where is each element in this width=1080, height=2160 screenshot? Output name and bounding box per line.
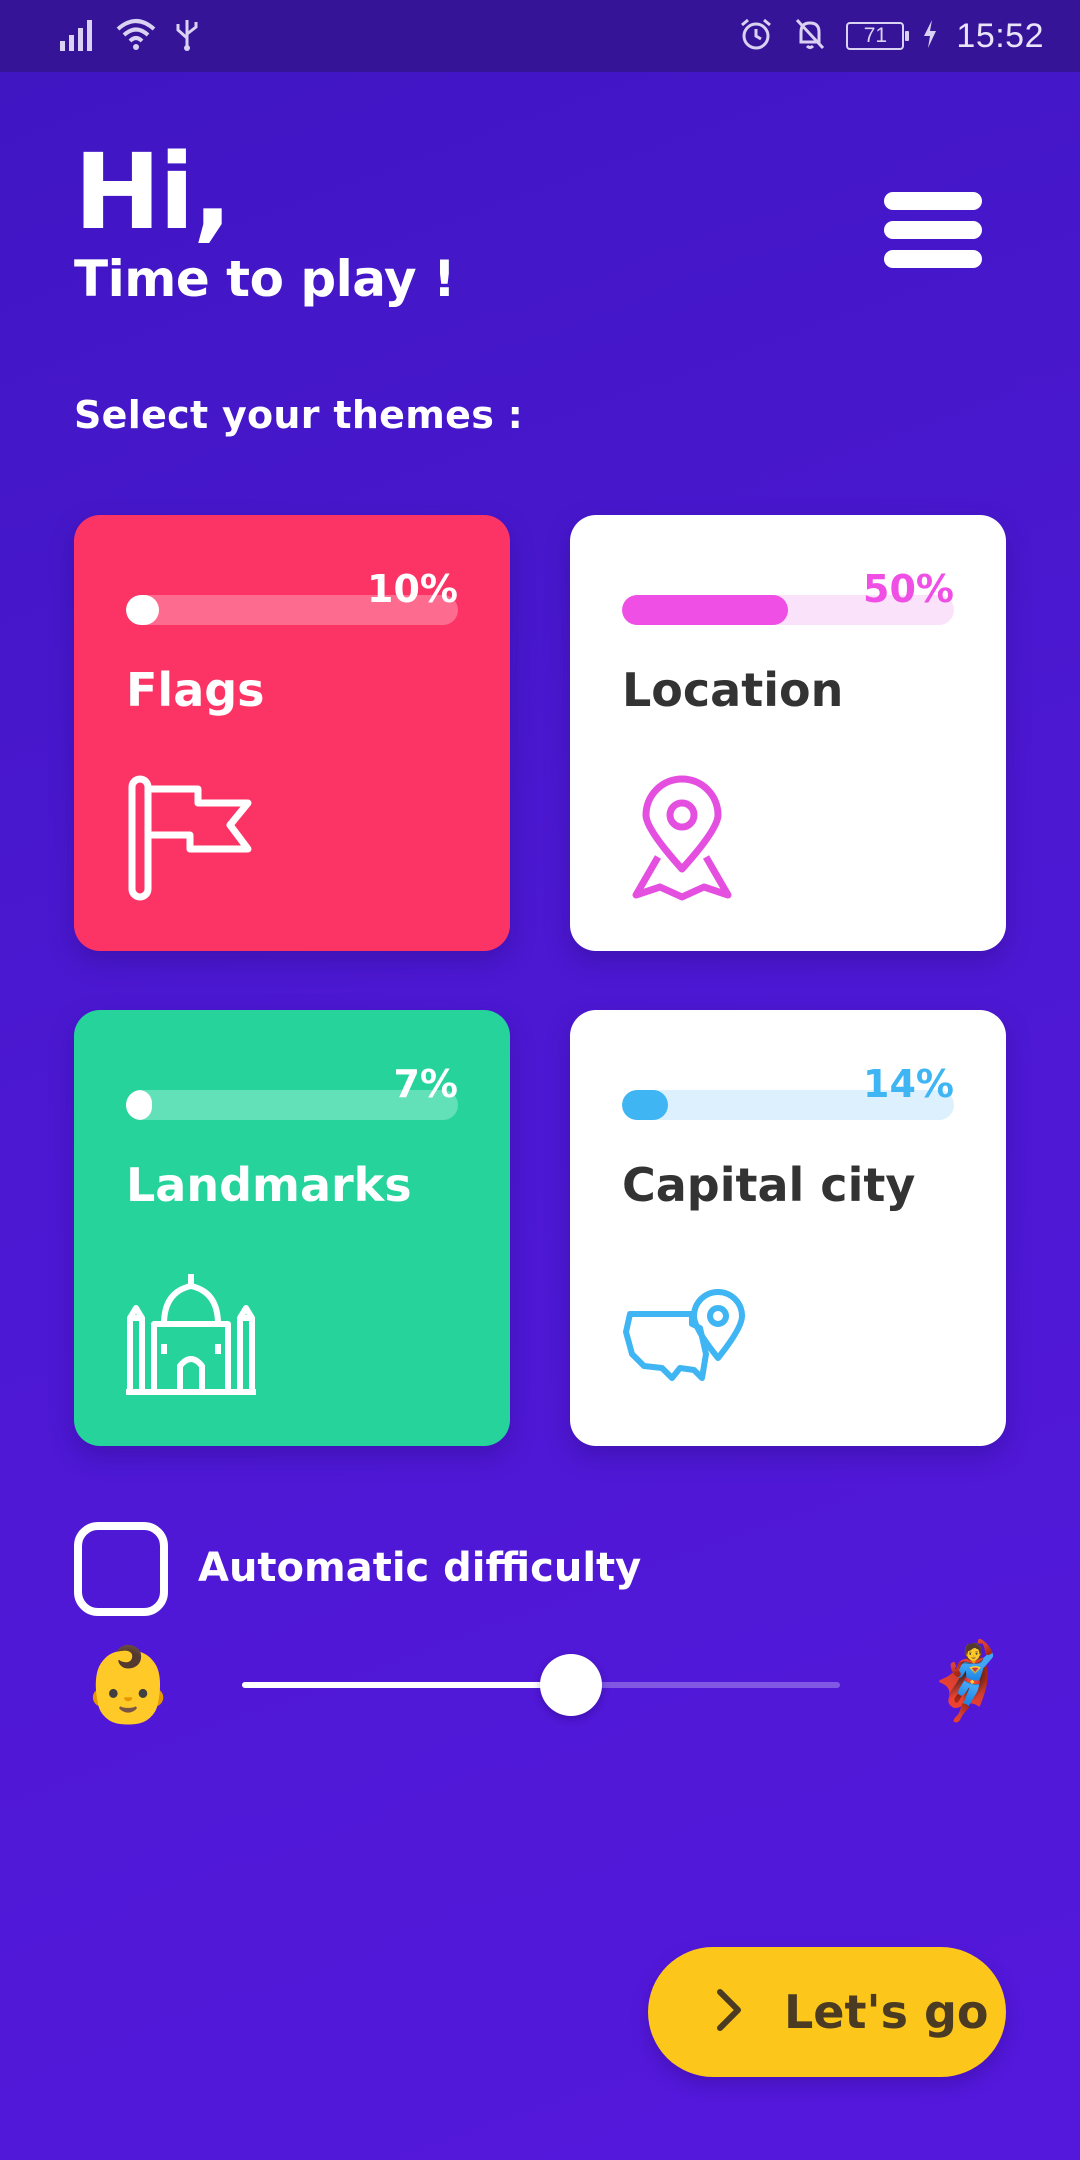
theme-progress-value: 10% <box>367 567 458 611</box>
lets-go-button[interactable]: Let's go <box>648 1947 1006 2077</box>
battery-icon: 71 <box>846 22 910 50</box>
hamburger-menu-bar <box>884 221 982 239</box>
theme-card-flags[interactable]: 10% Flags <box>74 515 510 951</box>
difficulty-slider-thumb[interactable] <box>539 1654 602 1716</box>
auto-difficulty-checkbox[interactable] <box>74 1522 168 1616</box>
difficulty-slider-fill <box>242 1682 571 1688</box>
theme-card-capital-city[interactable]: 14% Capital city <box>570 1010 1006 1446</box>
theme-progress-value: 14% <box>863 1062 954 1106</box>
country-map-pin-icon <box>622 1268 752 1398</box>
taj-mahal-icon <box>126 1268 256 1398</box>
status-time: 15:52 <box>956 16 1044 55</box>
theme-name: Capital city <box>622 1158 916 1212</box>
map-pin-icon <box>622 773 752 903</box>
signal-icon <box>58 17 98 55</box>
flag-icon <box>126 773 256 903</box>
charging-icon <box>922 19 938 53</box>
usb-icon <box>174 16 200 56</box>
theme-progress-value: 7% <box>393 1062 458 1106</box>
themes-section-label: Select your themes : <box>74 393 524 437</box>
lets-go-label: Let's go <box>784 1985 989 2039</box>
status-right-icons: 71 15:52 <box>738 16 1044 56</box>
theme-name: Landmarks <box>126 1158 412 1212</box>
alarm-icon <box>738 16 774 56</box>
hamburger-menu-icon <box>884 192 982 210</box>
theme-progress-fill <box>622 595 788 625</box>
theme-card-location[interactable]: 50% Location <box>570 515 1006 951</box>
difficulty-slider[interactable] <box>242 1654 840 1716</box>
theme-progress-fill <box>126 595 160 625</box>
wifi-icon <box>116 17 156 55</box>
mute-bell-icon <box>792 16 828 56</box>
superhero-icon: 🦸 <box>920 1638 1013 1724</box>
theme-progress-value: 50% <box>863 567 954 611</box>
status-bar: 71 15:52 <box>0 0 1080 72</box>
greeting-title: Hi, <box>74 131 232 253</box>
greeting-subtitle: Time to play ! <box>74 250 456 308</box>
theme-progress-fill <box>126 1090 152 1120</box>
theme-card-landmarks[interactable]: 7% Landmarks <box>74 1010 510 1446</box>
auto-difficulty-label: Automatic difficulty <box>198 1545 642 1591</box>
theme-progress-fill <box>622 1090 669 1120</box>
theme-name: Flags <box>126 663 265 717</box>
baby-face-icon: 👶 <box>82 1642 175 1728</box>
status-left-icons <box>58 16 200 56</box>
chevron-right-icon <box>714 1988 744 2036</box>
theme-name: Location <box>622 663 844 717</box>
menu-button[interactable] <box>884 192 982 268</box>
hamburger-menu-bar <box>884 250 982 268</box>
